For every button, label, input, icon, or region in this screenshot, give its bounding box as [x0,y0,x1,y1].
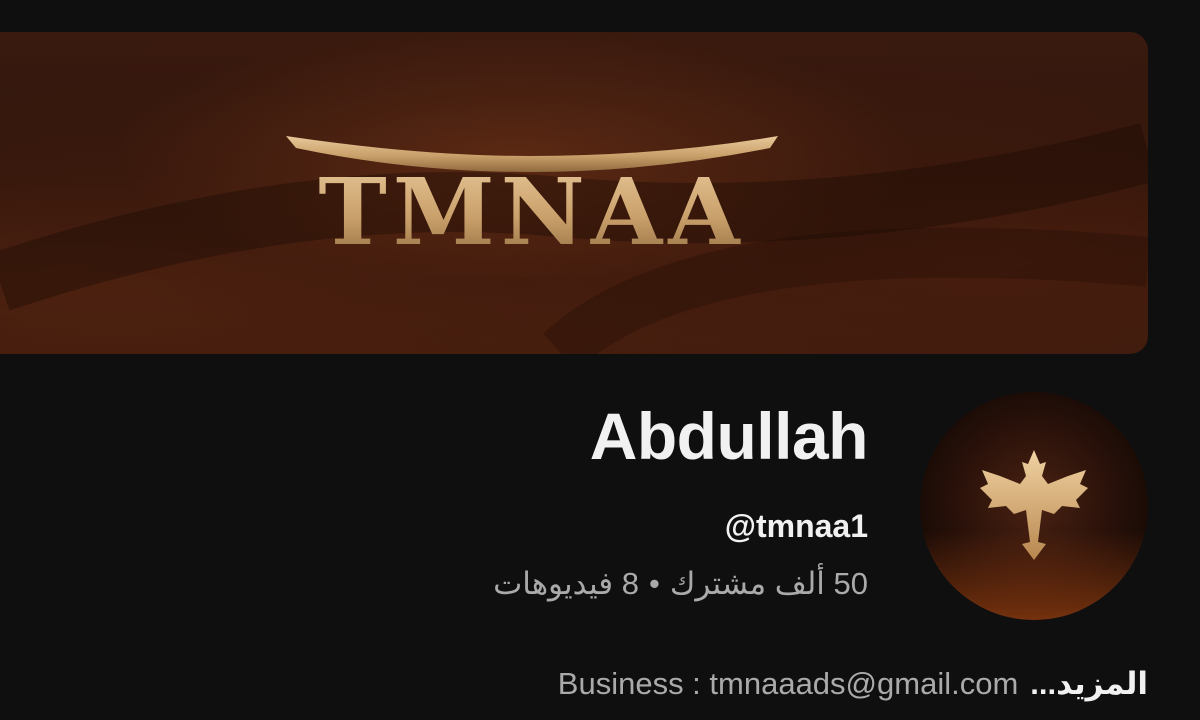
banner-art: TMNAA [0,123,1148,354]
channel-stats: 50 ألف مشترك • 8 فيديوهات [493,566,868,602]
more-link[interactable]: المزيد... [1030,666,1148,701]
stats-separator: • [649,566,660,601]
video-count: 8 فيديوهات [493,566,639,601]
description-text: Business : tmnaaads@gmail.com [557,666,1019,701]
banner-logo-text: TMNAA [318,158,745,266]
channel-handle: @tmnaa1 [724,508,868,544]
channel-page: TMNAA Abdullah @tmnaa1 50 ألف مشترك • 8 في… [0,0,1200,720]
channel-name: Abdullah [589,399,869,473]
dragon-emblem-icon [980,450,1088,560]
banner-logo: TMNAA [286,136,778,266]
channel-description[interactable]: المزيد... Business : tmnaaads@gmail.com [558,666,1148,702]
channel-banner: TMNAA [0,32,1148,354]
subscriber-count: 50 ألف مشترك [669,566,868,601]
channel-avatar[interactable] [920,392,1148,620]
